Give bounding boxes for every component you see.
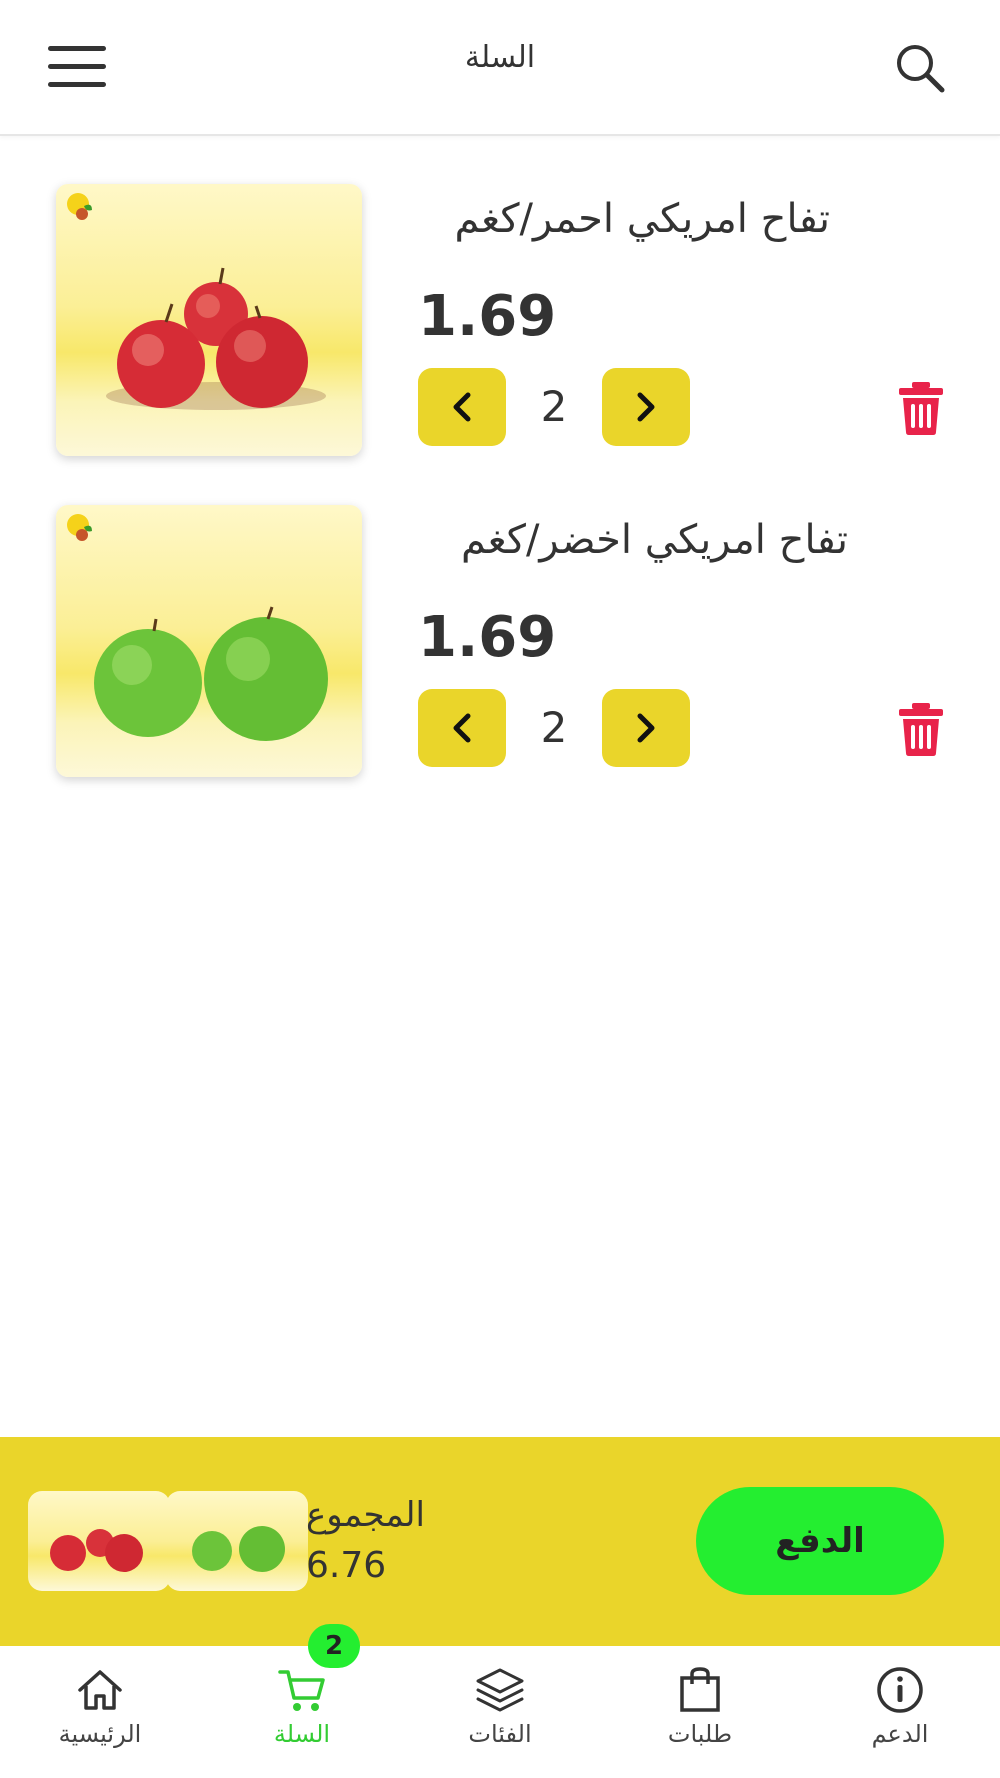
quantity-value: 2 (540, 382, 568, 431)
total-value: 6.76 (306, 1545, 387, 1586)
product-image-red-apples[interactable] (56, 184, 362, 456)
chevron-right-icon (637, 713, 655, 743)
page-title: السلة (464, 40, 536, 75)
quantity-increment-button[interactable] (602, 368, 690, 446)
cart-thumbnail-red-apples[interactable] (28, 1491, 170, 1591)
nav-label-orders: طلبات (667, 1720, 733, 1748)
quantity-decrement-button[interactable] (418, 368, 506, 446)
product-name: تفاح امريكي احمر/كغم (454, 196, 830, 242)
nav-label-home: الرئيسية (58, 1720, 142, 1748)
cart-item: تفاح امريكي اخضر/كغم 1.69 2 (0, 505, 1000, 795)
nav-item-cart[interactable]: السلة (222, 1664, 382, 1764)
product-image-green-apples[interactable] (56, 505, 362, 777)
cart-icon (278, 1670, 325, 1711)
app-header: السلة (0, 0, 1000, 136)
home-icon (78, 1670, 122, 1710)
shopping-bag-icon (680, 1667, 720, 1712)
nav-item-orders[interactable]: طلبات (620, 1664, 780, 1764)
nav-label-cart: السلة (273, 1720, 331, 1748)
nav-item-support[interactable]: الدعم (820, 1664, 980, 1764)
cart-item: تفاح امريكي احمر/كغم 1.69 2 (0, 184, 1000, 474)
cart-count-badge: 2 (308, 1624, 360, 1668)
search-icon[interactable] (892, 40, 948, 96)
trash-icon[interactable] (896, 380, 946, 436)
checkout-bar: المجموع 6.76 الدفع (0, 1437, 1000, 1646)
layers-icon (476, 1668, 524, 1712)
nav-item-home[interactable]: الرئيسية (20, 1664, 180, 1764)
product-name: تفاح امريكي اخضر/كغم (460, 517, 848, 563)
cart-thumbnail-green-apples[interactable] (166, 1491, 308, 1591)
nav-label-support: الدعم (871, 1720, 929, 1748)
nav-item-categories[interactable]: الفئات (420, 1664, 580, 1764)
quantity-increment-button[interactable] (602, 689, 690, 767)
bottom-navigation: الرئيسية السلة الفئات طلبات الدعم (0, 1646, 1000, 1778)
quantity-decrement-button[interactable] (418, 689, 506, 767)
total-label: المجموع (306, 1495, 425, 1535)
chevron-left-icon (453, 713, 471, 743)
chevron-left-icon (453, 392, 471, 422)
trash-icon[interactable] (896, 701, 946, 757)
product-price: 1.69 (418, 284, 557, 349)
chevron-right-icon (637, 392, 655, 422)
quantity-value: 2 (540, 703, 568, 752)
nav-label-categories: الفئات (468, 1720, 532, 1748)
product-price: 1.69 (418, 605, 557, 670)
info-icon (877, 1667, 923, 1713)
pay-button[interactable]: الدفع (696, 1487, 944, 1595)
